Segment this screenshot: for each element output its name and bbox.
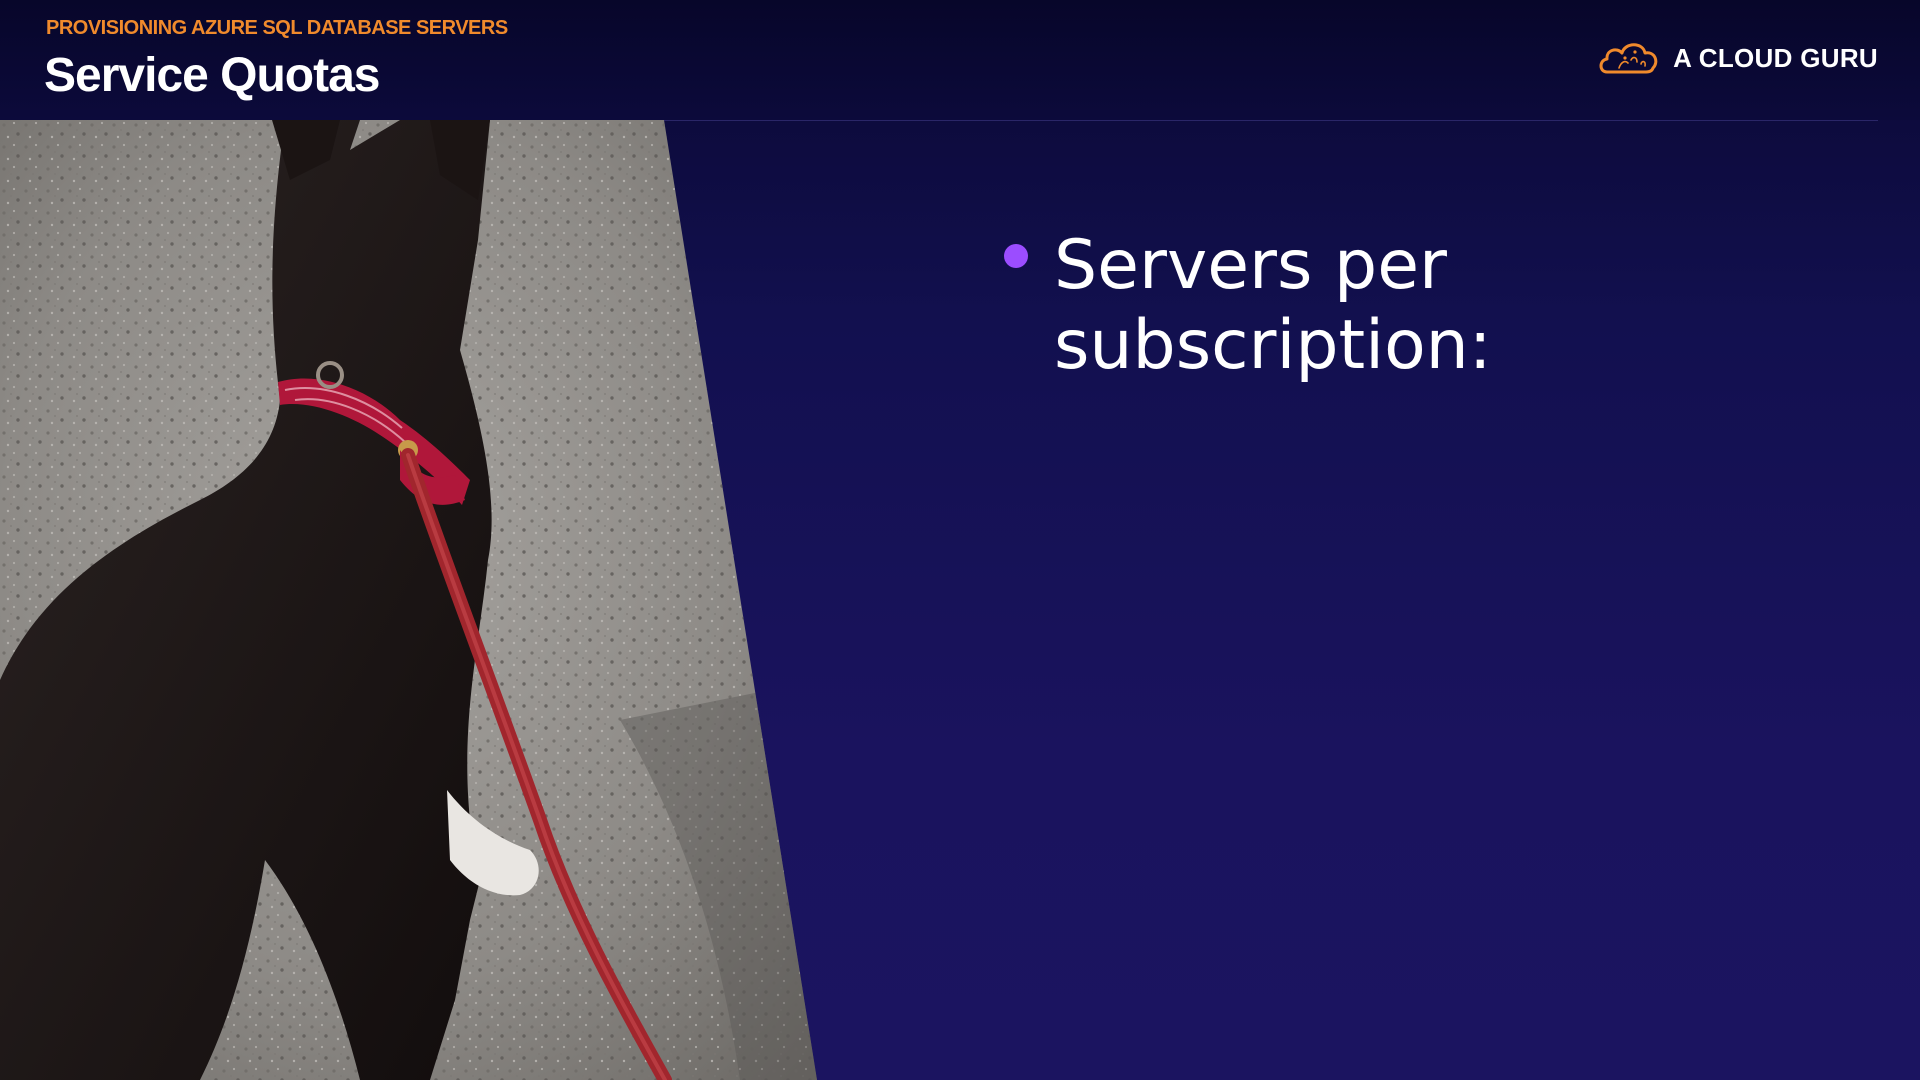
cloud-logo-icon — [1599, 43, 1658, 74]
dog-on-leash-photo — [0, 120, 820, 1080]
bullet-dot-icon — [1004, 244, 1028, 268]
bullet-item: Servers per subscription: — [1004, 226, 1824, 386]
slide-header: PROVISIONING AZURE SQL DATABASE SERVERS … — [0, 0, 1920, 120]
bullet-text: Servers per subscription: — [1054, 226, 1492, 385]
header-divider — [664, 120, 1878, 121]
bullet-list: Servers per subscription: — [1004, 226, 1824, 386]
logo-wordmark: A CLOUD GURU — [1673, 42, 1878, 73]
slide-title: Service Quotas — [44, 49, 380, 102]
slide: PROVISIONING AZURE SQL DATABASE SERVERS … — [0, 0, 1920, 1080]
brand-logo: A CLOUD GURU — [1597, 38, 1878, 78]
section-eyebrow: PROVISIONING AZURE SQL DATABASE SERVERS — [46, 17, 508, 39]
